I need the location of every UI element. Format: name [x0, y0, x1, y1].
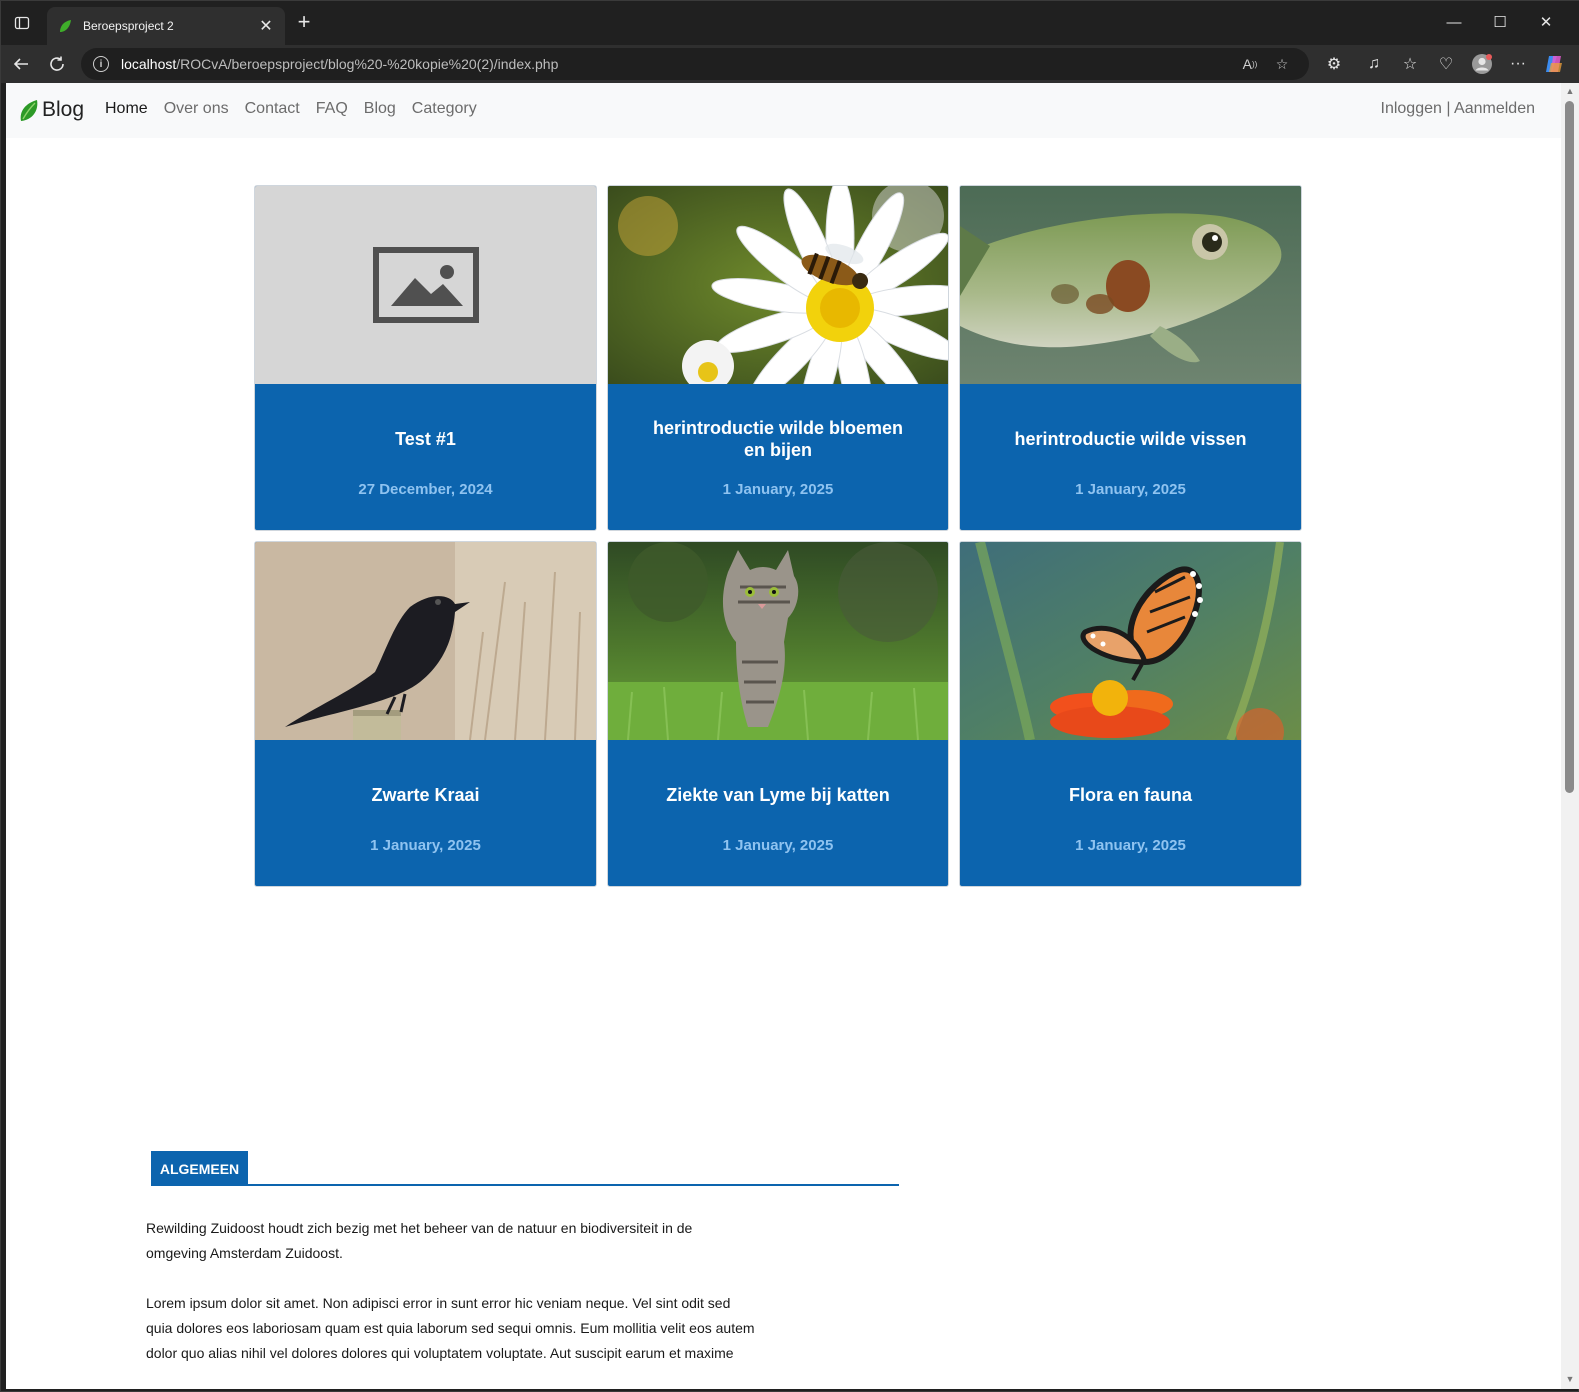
card-date: 1 January, 2025 [1075, 480, 1186, 498]
nav-link-over-ons[interactable]: Over ons [164, 100, 229, 118]
site-info-icon[interactable]: i [93, 56, 109, 72]
card-date: 27 December, 2024 [358, 480, 493, 498]
card-title[interactable]: Zwarte Kraai [371, 773, 479, 817]
card-date: 1 January, 2025 [722, 836, 834, 854]
blog-card[interactable]: Test #1 27 December, 2024 [254, 185, 597, 531]
lorem-paragraph: Lorem ipsum dolor sit amet. Non adipisci… [146, 1295, 755, 1361]
more-options-icon[interactable]: ··· [1505, 51, 1531, 77]
blog-card[interactable]: herintroductie wilde vissen 1 January, 2… [959, 185, 1302, 531]
nav-links: Home Over ons Contact FAQ Blog Category [105, 100, 493, 118]
page-viewport: Blog Home Over ons Contact FAQ Blog Cate… [6, 83, 1561, 1389]
auth-links[interactable]: Inloggen | Aanmelden [1381, 100, 1536, 118]
card-body: Flora en fauna 1 January, 2025 [960, 740, 1301, 886]
card-title[interactable]: Ziekte van Lyme bij katten [666, 773, 889, 817]
scroll-up-icon[interactable]: ▲ [1564, 85, 1576, 97]
card-title[interactable]: herintroductie wilde bloemen en bijen [648, 417, 908, 461]
brand-text: Blog [42, 98, 85, 121]
nav-link-home[interactable]: Home [105, 100, 148, 118]
extensions-icon[interactable]: ⚙ [1321, 51, 1347, 77]
maximize-icon[interactable]: ☐ [1477, 7, 1523, 37]
tab-active[interactable]: Beroepsproject 2 ✕ [47, 7, 285, 45]
card-image-bee-daisy [608, 186, 948, 384]
card-image-butterfly [960, 542, 1301, 740]
scroll-down-icon[interactable]: ▼ [1564, 1373, 1576, 1385]
intro-paragraph: Rewilding Zuidoost houdt zich bezig met … [146, 1220, 693, 1261]
brand-link[interactable]: Blog [18, 97, 84, 123]
blog-card[interactable]: Flora en fauna 1 January, 2025 [959, 541, 1302, 887]
media-icon[interactable]: ♫ [1361, 51, 1387, 77]
card-title[interactable]: Flora en fauna [1069, 773, 1192, 817]
leaf-logo-icon [20, 100, 38, 121]
nav-link-blog[interactable]: Blog [364, 100, 396, 118]
favorites-icon[interactable]: ☆ [1397, 51, 1423, 77]
card-date: 1 January, 2025 [722, 480, 834, 498]
card-body: Ziekte van Lyme bij katten 1 January, 20… [608, 740, 948, 886]
blog-card-grid: Test #1 27 December, 2024 herintroductie… [254, 185, 1302, 887]
scrollbar-thumb[interactable] [1565, 101, 1574, 793]
card-image-crow [255, 542, 596, 740]
tab-strip: Beroepsproject 2 ✕ + — ☐ ✕ [1, 1, 1579, 45]
card-date: 1 January, 2025 [370, 836, 481, 854]
browser-essentials-icon[interactable]: ♡ [1433, 51, 1459, 77]
section-tag: ALGEMEEN [151, 1151, 248, 1186]
card-date: 1 January, 2025 [1075, 836, 1186, 854]
new-tab-icon[interactable]: + [292, 11, 316, 35]
profile-avatar-icon[interactable] [1469, 51, 1495, 77]
section-header: ALGEMEEN [151, 1151, 899, 1186]
close-window-icon[interactable]: ✕ [1523, 7, 1569, 37]
card-title[interactable]: herintroductie wilde vissen [1014, 417, 1246, 461]
card-body: herintroductie wilde vissen 1 January, 2… [960, 384, 1301, 530]
page-scrollbar[interactable]: ▲ ▼ [1561, 83, 1579, 1389]
url-host: localhost [121, 56, 177, 72]
read-aloud-icon[interactable]: A)) [1239, 53, 1261, 75]
browser-toolbar: i localhost/ROCvA/beroepsproject/blog%20… [1, 45, 1579, 83]
tab-title: Beroepsproject 2 [83, 19, 174, 33]
card-body: Test #1 27 December, 2024 [255, 384, 596, 530]
back-icon[interactable] [8, 51, 34, 77]
favorite-star-icon[interactable]: ☆ [1271, 53, 1293, 75]
card-body: Zwarte Kraai 1 January, 2025 [255, 740, 596, 886]
site-navbar: Blog Home Over ons Contact FAQ Blog Cate… [6, 83, 1561, 138]
reload-icon[interactable] [44, 51, 70, 77]
copilot-icon[interactable] [1541, 51, 1567, 77]
minimize-icon[interactable]: — [1431, 7, 1477, 37]
tab-close-icon[interactable]: ✕ [257, 16, 275, 36]
card-image-kitten [608, 542, 948, 740]
blog-card[interactable]: Ziekte van Lyme bij katten 1 January, 20… [607, 541, 949, 887]
card-body: herintroductie wilde bloemen en bijen 1 … [608, 384, 948, 530]
leaf-favicon-icon [60, 20, 71, 32]
card-title[interactable]: Test #1 [395, 417, 456, 461]
blog-card[interactable]: Zwarte Kraai 1 January, 2025 [254, 541, 597, 887]
nav-link-category[interactable]: Category [412, 100, 477, 118]
card-image-placeholder [255, 186, 596, 384]
image-placeholder-icon [373, 247, 479, 323]
card-image-fish [960, 186, 1301, 384]
tab-actions-icon[interactable] [9, 10, 35, 36]
browser-window: Beroepsproject 2 ✕ + — ☐ ✕ i localhost/R… [0, 0, 1579, 1392]
address-bar[interactable]: i localhost/ROCvA/beroepsproject/blog%20… [81, 48, 1309, 80]
nav-link-contact[interactable]: Contact [245, 100, 300, 118]
blog-card[interactable]: herintroductie wilde bloemen en bijen 1 … [607, 185, 949, 531]
nav-link-faq[interactable]: FAQ [316, 100, 348, 118]
url-path: /ROCvA/beroepsproject/blog%20-%20kopie%2… [176, 56, 559, 72]
